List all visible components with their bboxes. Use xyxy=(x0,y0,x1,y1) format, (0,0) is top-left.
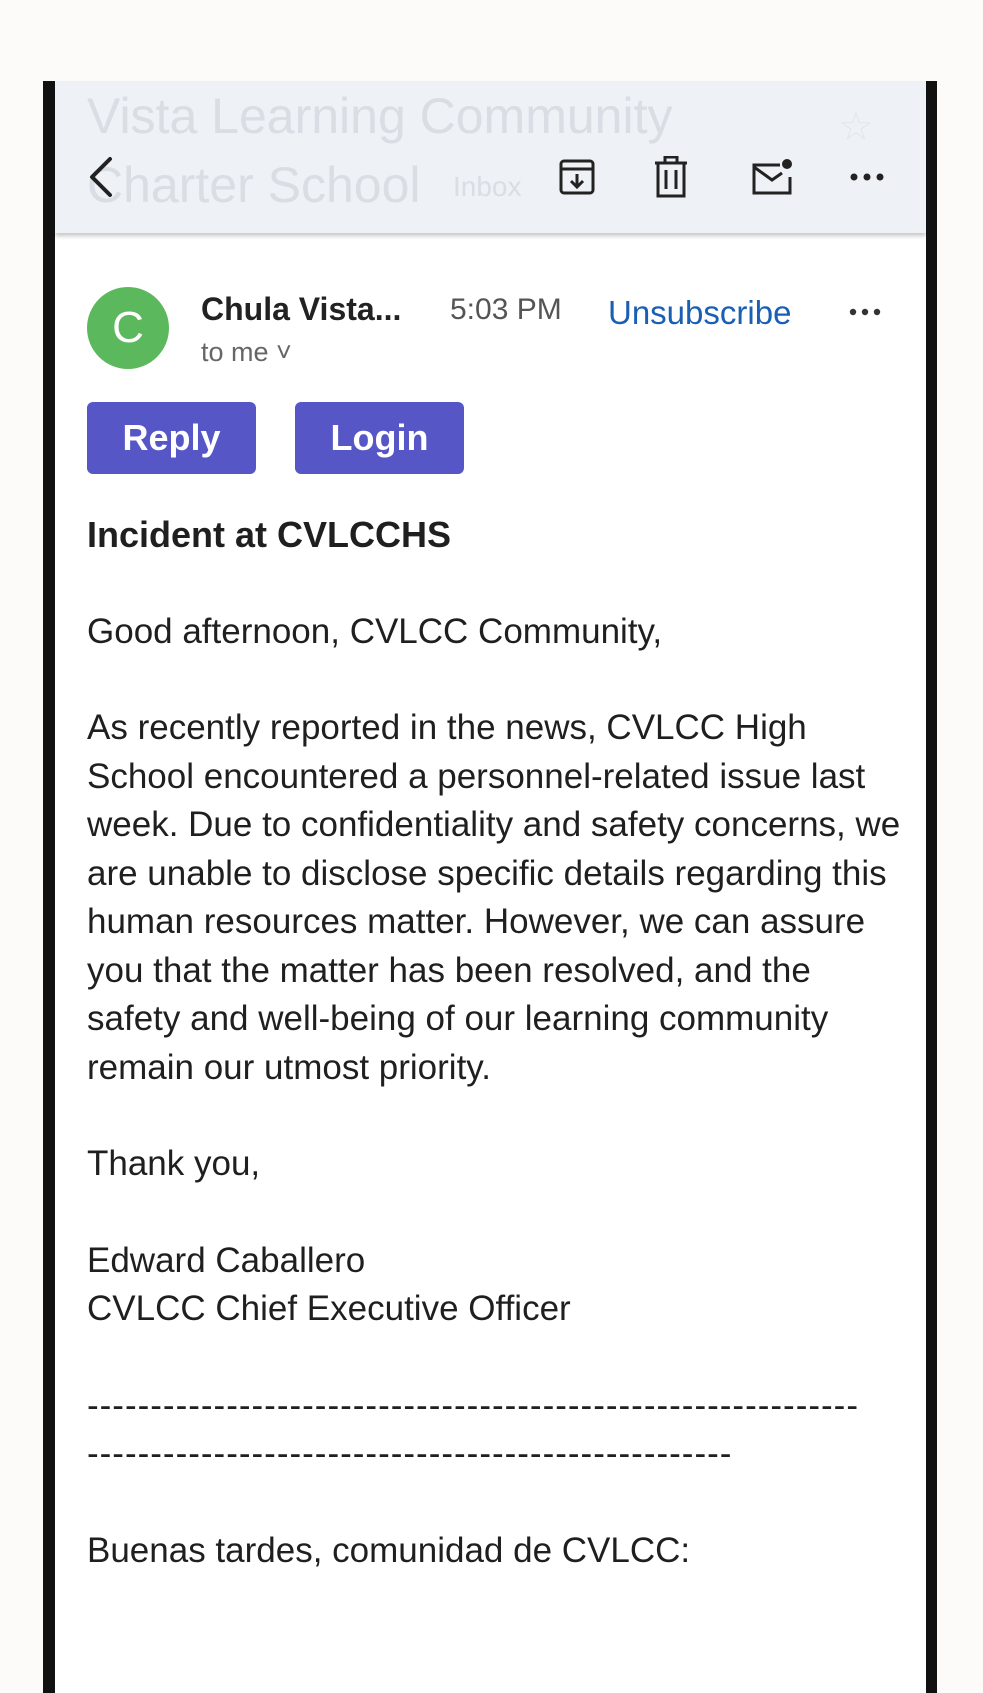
more-options-button[interactable] xyxy=(843,153,891,201)
sender-name[interactable]: Chula Vista... xyxy=(201,291,401,328)
closing: Thank you, xyxy=(87,1144,261,1183)
recipient-details[interactable]: to me ˅ xyxy=(201,337,292,368)
delete-button[interactable] xyxy=(647,153,695,201)
greeting: Good afternoon, CVLCC Community, xyxy=(87,611,663,651)
back-button[interactable] xyxy=(77,153,125,201)
divider-line: ----------------------------------------… xyxy=(87,1434,733,1473)
inbox-label-chip[interactable]: Inbox xyxy=(453,171,522,203)
phone-frame: Vista Learning Community Charter School … xyxy=(43,81,937,1693)
mark-unread-button[interactable] xyxy=(748,153,796,201)
top-app-bar: Vista Learning Community Charter School … xyxy=(55,81,926,233)
email-title: Incident at CVLCCHS xyxy=(87,514,452,555)
email-screen: Vista Learning Community Charter School … xyxy=(55,81,926,1693)
login-button[interactable]: Login xyxy=(295,402,464,474)
back-arrow-icon xyxy=(86,153,116,201)
unsubscribe-link[interactable]: Unsubscribe xyxy=(608,294,791,332)
avatar[interactable]: C xyxy=(87,287,169,369)
trash-icon xyxy=(653,156,689,198)
reply-button[interactable]: Reply xyxy=(87,402,256,474)
more-dots-icon xyxy=(849,172,885,182)
message-body: Incident at CVLCCHS Good afternoon, CVLC… xyxy=(87,511,907,1575)
message-time: 5:03 PM xyxy=(450,293,562,326)
subject-heading-line1: Vista Learning Community xyxy=(87,88,673,144)
spanish-greeting: Buenas tardes, comunidad de CVLCC: xyxy=(87,1530,691,1570)
mark-unread-icon xyxy=(750,157,794,197)
star-icon[interactable]: ☆ xyxy=(838,104,874,150)
message-more-button[interactable] xyxy=(845,293,885,333)
message-header: C Chula Vista... to me ˅ 5:03 PM Unsubsc… xyxy=(55,281,926,401)
body-paragraph: As recently reported in the news, CVLCC … xyxy=(87,708,901,1087)
divider-line: ----------------------------------------… xyxy=(87,1385,859,1425)
archive-icon xyxy=(557,157,597,197)
more-dots-icon xyxy=(848,304,882,322)
archive-button[interactable] xyxy=(553,153,601,201)
signature-name: Edward Caballero xyxy=(87,1240,366,1280)
subject-heading-line2: Charter School xyxy=(87,157,421,213)
signature-title: CVLCC Chief Executive Officer xyxy=(87,1289,571,1328)
